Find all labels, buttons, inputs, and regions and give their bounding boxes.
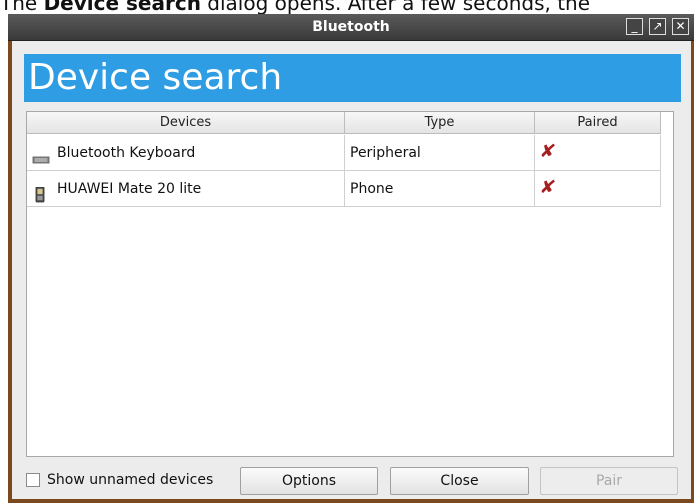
- device-cell[interactable]: HUAWEI Mate 20 lite: [27, 171, 345, 207]
- minimize-button[interactable]: _: [626, 18, 643, 35]
- document-caption: The Device search dialog opens. After a …: [0, 0, 694, 15]
- close-window-button[interactable]: ✕: [672, 18, 689, 35]
- table-row[interactable]: HUAWEI Mate 20 lite Phone ✘: [27, 171, 661, 207]
- button-bar: Show unnamed devices Options Close Pair: [26, 467, 678, 495]
- not-paired-icon: ✘: [538, 141, 558, 162]
- column-header-type[interactable]: Type: [345, 112, 535, 134]
- show-unnamed-checkbox[interactable]: [26, 473, 40, 487]
- not-paired-icon: ✘: [538, 177, 558, 198]
- keyboard-icon: [32, 145, 50, 170]
- caption-text: The: [0, 0, 44, 15]
- options-button[interactable]: Options: [240, 467, 378, 495]
- title-bar[interactable]: Bluetooth _ ↗ ✕: [8, 14, 694, 41]
- show-unnamed-label[interactable]: Show unnamed devices: [47, 467, 213, 495]
- close-button[interactable]: Close: [390, 467, 529, 495]
- device-name: Bluetooth Keyboard: [57, 145, 196, 161]
- table-row[interactable]: Bluetooth Keyboard Peripheral ✘: [27, 135, 661, 171]
- pair-button[interactable]: Pair: [540, 467, 678, 495]
- device-cell[interactable]: Bluetooth Keyboard: [27, 135, 345, 171]
- maximize-button[interactable]: ↗: [649, 18, 666, 35]
- column-header-devices[interactable]: Devices: [27, 112, 345, 134]
- phone-icon: [32, 181, 50, 206]
- caption-bold-text: Device search: [43, 0, 201, 15]
- column-header-paired[interactable]: Paired: [535, 112, 661, 134]
- device-name: HUAWEI Mate 20 lite: [57, 181, 202, 197]
- page-title: Device search: [28, 57, 283, 98]
- type-cell: Phone: [345, 171, 535, 207]
- table-header: Devices Type Paired: [27, 112, 673, 135]
- type-cell: Peripheral: [345, 135, 535, 171]
- heading-banner: Device search: [24, 54, 681, 102]
- dialog-body: Device search Devices Type Paired Blueto…: [12, 41, 691, 499]
- bluetooth-window: Bluetooth _ ↗ ✕ Device search Devices Ty…: [8, 14, 694, 503]
- caption-text-end: dialog opens. After a few seconds, the: [200, 0, 591, 15]
- paired-cell: ✘: [535, 135, 661, 171]
- devices-table[interactable]: Devices Type Paired Bluetooth Keyboard P: [26, 111, 674, 457]
- paired-cell: ✘: [535, 171, 661, 207]
- window-title: Bluetooth: [312, 19, 390, 35]
